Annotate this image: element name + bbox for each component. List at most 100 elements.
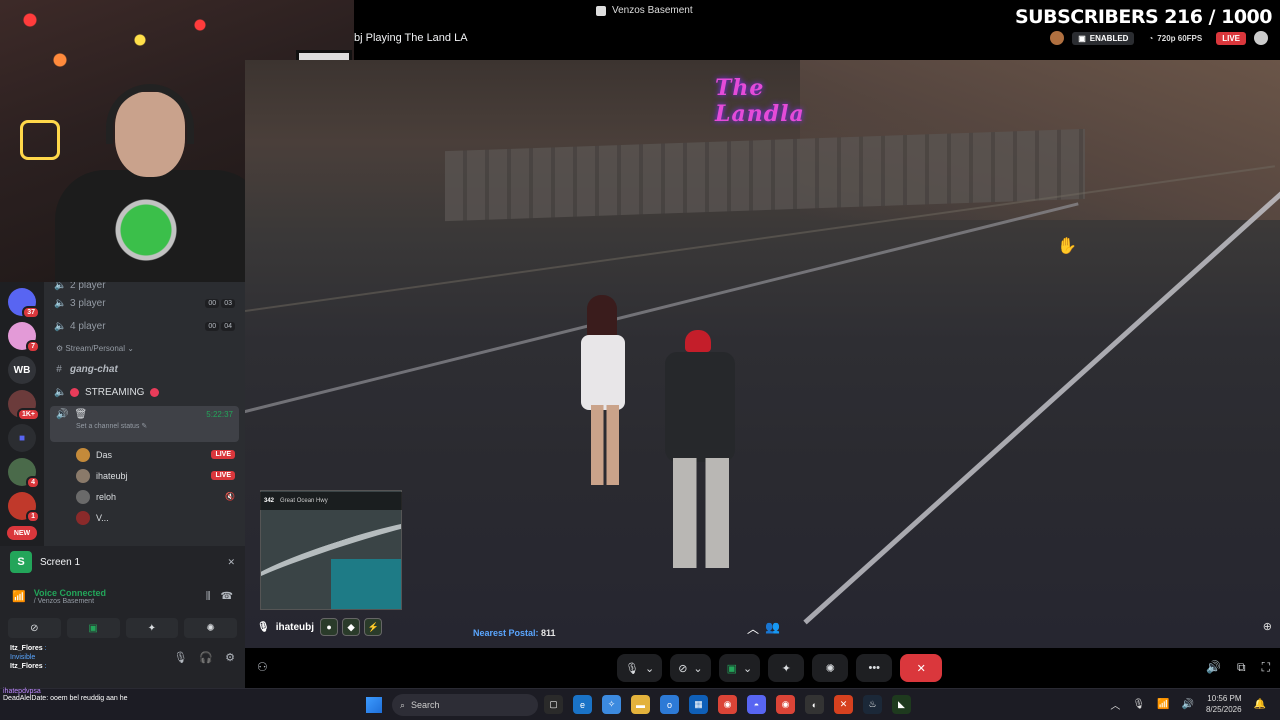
category-stream-personal[interactable]: ⚙ Stream/Personal ⌄: [44, 338, 245, 358]
outlook-icon[interactable]: o: [660, 695, 679, 714]
quality-pill[interactable]: ◔ 720p 60FPS: [1142, 32, 1208, 45]
ellipsis-icon: •••: [868, 662, 881, 674]
server-badge: 1: [26, 510, 40, 523]
speaker-icon: 🔈: [54, 282, 67, 291]
copilot-icon[interactable]: ✧: [602, 695, 621, 714]
health-icon: ●: [320, 618, 339, 636]
neon-sign: [20, 120, 60, 160]
mic-icon: 🎙: [257, 621, 270, 633]
chevron-up-icon[interactable]: ︿: [747, 620, 759, 637]
screen-share-button[interactable]: ▣: [66, 618, 120, 638]
chrome-icon[interactable]: ◉: [718, 695, 737, 714]
call-control-bar: ⚇ 🎙 ⌄ ⊘ ⌄ ▣ ⌄ ✦ ✺ ••• ✕ 🔊 ⧉ ⛶: [245, 648, 1280, 688]
server-icon-2[interactable]: 7: [8, 322, 40, 353]
chevron-up-icon[interactable]: ︿: [1110, 697, 1120, 712]
overlay-chat-log: Itz_Flores : Invisible Itz_Flores :: [10, 644, 47, 671]
channel-name: gang-chat: [70, 364, 118, 375]
screen-share-button[interactable]: ▣ ⌄: [718, 654, 761, 682]
obs-icon[interactable]: ◐: [805, 695, 824, 714]
activities-button[interactable]: ✦: [768, 654, 805, 682]
file-explorer-icon[interactable]: ▬: [631, 695, 650, 714]
add-person-icon[interactable]: ⚇: [257, 660, 268, 674]
chat-bubble-icon[interactable]: [1254, 31, 1268, 45]
popout-icon[interactable]: ⧉: [1237, 660, 1246, 675]
server-icon-7[interactable]: 1: [8, 492, 40, 523]
zoom-icon[interactable]: ⊕: [1263, 620, 1272, 633]
voice-member-v[interactable]: V...: [44, 507, 245, 528]
voice-channel-4player[interactable]: 🔈 4 player 00 04: [44, 315, 245, 338]
people-icon[interactable]: 👥: [765, 620, 780, 637]
server-logo: The Landla: [715, 75, 805, 127]
steam-icon[interactable]: ♨: [863, 695, 882, 714]
notification-bell-icon[interactable]: 🔔: [1254, 699, 1266, 710]
member-name: ihateubj: [96, 470, 128, 481]
live-badge: LIVE: [211, 450, 235, 459]
app-close-icon[interactable]: ✕: [834, 695, 853, 714]
voice-channel-2player[interactable]: 🔈 2 player: [44, 282, 245, 292]
user-max: 04: [221, 322, 235, 331]
armor-icon: ◆: [342, 618, 361, 636]
avatar: [76, 489, 90, 504]
active-voice-channel[interactable]: 🔊 🗑 5:22:37 Set a channel status ✎: [50, 406, 239, 442]
server-icon-1[interactable]: 37: [8, 288, 40, 319]
voice-member-das[interactable]: Das LIVE: [44, 444, 245, 465]
text-channel-gang-chat[interactable]: # gang-chat: [44, 358, 245, 381]
soundboard-icon[interactable]: ⫼: [206, 591, 211, 602]
chat-user: Itz_Flores: [10, 662, 43, 670]
chrome-profile-icon[interactable]: ◉: [776, 695, 795, 714]
stream-status-pills: ▣ ENABLED ◔ 720p 60FPS LIVE: [1050, 31, 1268, 45]
windows-start-icon[interactable]: [366, 697, 382, 713]
activities-button[interactable]: ✦: [125, 618, 179, 638]
server-badge: 1K+: [16, 408, 40, 421]
task-view-icon[interactable]: ▢: [544, 695, 563, 714]
fullscreen-icon[interactable]: ⛶: [1262, 660, 1270, 675]
camera-off-button[interactable]: ⊘: [8, 618, 61, 638]
speaker-icon[interactable]: 🔊: [1182, 699, 1194, 710]
voice-member-ihateubj[interactable]: ihateubj LIVE: [44, 465, 245, 486]
chevron-down-icon: ⌄: [693, 662, 703, 675]
store-icon[interactable]: ▦: [689, 695, 708, 714]
camera-icon: ▣: [1078, 33, 1086, 43]
soundboard-button[interactable]: ✺: [184, 618, 237, 638]
microphone-icon[interactable]: 🎙: [1132, 699, 1145, 710]
enabled-pill[interactable]: ▣ ENABLED: [1072, 31, 1135, 45]
mute-button[interactable]: 🎙 ⌄: [617, 654, 663, 682]
edge-icon[interactable]: e: [573, 695, 592, 714]
settings-gear-icon[interactable]: ⚙: [225, 651, 235, 664]
folder-icon[interactable]: ■: [8, 424, 36, 452]
channel-name: 3 player: [70, 298, 106, 309]
voice-member-reloh[interactable]: reloh 🔇: [44, 486, 245, 507]
server-icon-wb[interactable]: WB: [8, 356, 36, 384]
new-badge[interactable]: NEW: [7, 526, 37, 540]
headphones-icon[interactable]: 🎧: [199, 651, 213, 664]
soundboard-button[interactable]: ✺: [812, 654, 849, 682]
wifi-icon[interactable]: 📶: [1157, 699, 1169, 710]
camera-button[interactable]: ⊘ ⌄: [670, 654, 711, 682]
voice-channel-3player[interactable]: 🔈 3 player 00 03: [44, 292, 245, 315]
screen-share-row[interactable]: S Screen 1 ✕: [0, 546, 245, 578]
server-icon-4[interactable]: 1K+: [8, 390, 40, 421]
disconnect-button[interactable]: ✕: [900, 654, 943, 682]
chevron-down-icon: ⌄: [127, 344, 134, 353]
taskbar-search[interactable]: ⌕ Search: [392, 694, 538, 716]
game-stream-view[interactable]: The Landla ✋ 342 Great Ocean Hwy 🎙 ihate…: [245, 60, 1280, 648]
volume-icon[interactable]: 🔊: [1206, 660, 1221, 675]
discord-icon[interactable]: ◓: [747, 695, 766, 714]
disconnect-icon[interactable]: ☎: [221, 591, 233, 602]
overlay-chat-bottom: ihatepdvpsa DeadAlelDate: ooem bel reudd…: [0, 688, 160, 702]
nvidia-icon[interactable]: ◣: [892, 695, 911, 714]
channel-status[interactable]: Set a channel status ✎: [76, 422, 233, 430]
quality-label: 720p 60FPS: [1157, 33, 1203, 43]
stop-share-icon[interactable]: ✕: [227, 557, 235, 568]
clock[interactable]: 10:56 PM 8/25/2026: [1206, 693, 1242, 715]
more-button[interactable]: •••: [856, 654, 893, 682]
voice-channel-streaming[interactable]: 🔈 STREAMING: [44, 381, 245, 404]
server-icon-6[interactable]: 4: [8, 458, 40, 489]
screen-share-icon: S: [10, 551, 32, 573]
viewer-avatars[interactable]: [1050, 31, 1065, 45]
server-badge: 37: [22, 306, 40, 319]
voice-connected-row[interactable]: 📶 Voice Connected / Venzos Basement ⫼ ☎: [0, 578, 245, 614]
server-badge: 4: [26, 476, 40, 489]
microphone-icon[interactable]: 🎙: [173, 651, 187, 664]
gear-icon: ⚙: [56, 344, 64, 353]
